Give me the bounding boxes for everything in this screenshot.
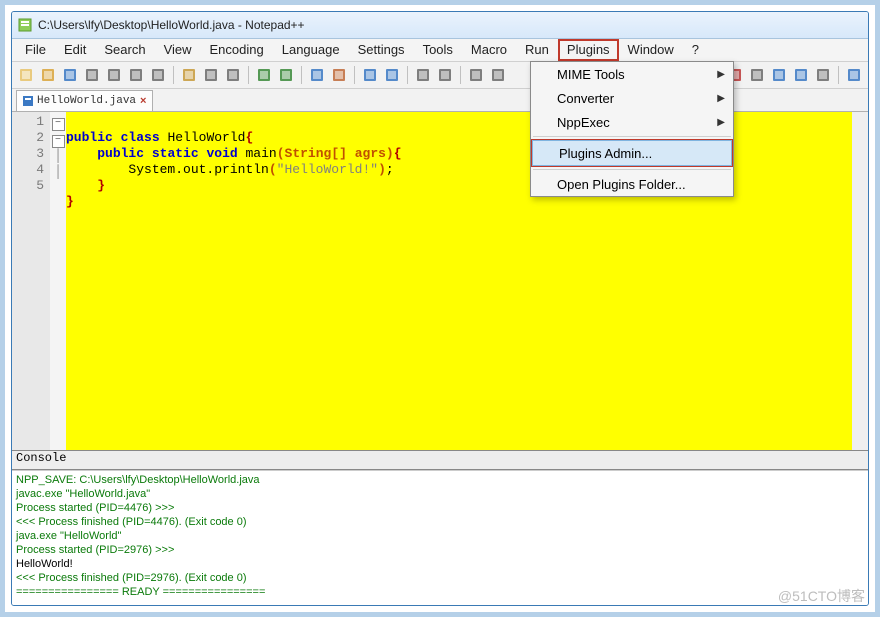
line-number: 3 [12, 146, 44, 162]
console-line: <<< Process finished (PID=4476). (Exit c… [16, 515, 864, 529]
console-line: NPP_SAVE: C:\Users\lfy\Desktop\HelloWorl… [16, 473, 864, 487]
menu-settings[interactable]: Settings [349, 39, 414, 61]
toolbar-separator [173, 66, 174, 84]
window-title: C:\Users\lfy\Desktop\HelloWorld.java - N… [38, 18, 305, 32]
toolbar-separator [838, 66, 839, 84]
menu-encoding[interactable]: Encoding [201, 39, 273, 61]
code-editor[interactable]: 12345 − − │ │ public class HelloWorld{ p… [12, 112, 868, 450]
menu-macro[interactable]: Macro [462, 39, 516, 61]
menu-item-mime-tools[interactable]: MIME Tools ▶ [531, 62, 733, 86]
open-file-icon[interactable] [38, 65, 58, 85]
savem-icon[interactable] [813, 65, 833, 85]
chars-icon[interactable] [488, 65, 508, 85]
menu-item-label: Plugins Admin... [559, 146, 652, 161]
console-line: javac.exe "HelloWorld.java" [16, 487, 864, 501]
menu-item-nppexec[interactable]: NppExec ▶ [531, 110, 733, 134]
menu-separator [533, 136, 731, 137]
zoom-out-icon[interactable] [382, 65, 402, 85]
tab-label: HelloWorld.java [37, 95, 136, 107]
submenu-arrow-icon: ▶ [717, 93, 725, 104]
tab-helloworld[interactable]: HelloWorld.java × [16, 90, 153, 111]
menu-edit[interactable]: Edit [55, 39, 95, 61]
app-window: C:\Users\lfy\Desktop\HelloWorld.java - N… [11, 11, 869, 606]
submenu-arrow-icon: ▶ [717, 69, 725, 80]
menu-item-open-plugins-folder[interactable]: Open Plugins Folder... [531, 172, 733, 196]
menu-item-label: Open Plugins Folder... [557, 177, 686, 192]
menu-window[interactable]: Window [619, 39, 683, 61]
replace-icon[interactable] [329, 65, 349, 85]
fold-gutter: − − │ │ [50, 112, 66, 450]
titlebar[interactable]: C:\Users\lfy\Desktop\HelloWorld.java - N… [12, 12, 868, 39]
save-icon[interactable] [60, 65, 80, 85]
menu-separator [533, 169, 731, 170]
menu-item-label: Converter [557, 91, 614, 106]
submenu-arrow-icon: ▶ [717, 117, 725, 128]
line-number-gutter: 12345 [12, 112, 50, 450]
tab-close-icon[interactable]: × [140, 95, 146, 107]
menu-item-converter[interactable]: Converter ▶ [531, 86, 733, 110]
sync-v-icon[interactable] [413, 65, 433, 85]
line-number: 5 [12, 178, 44, 194]
tabbar: HelloWorld.java × [12, 89, 868, 112]
vertical-scrollbar[interactable] [852, 112, 868, 450]
menu-view[interactable]: View [155, 39, 201, 61]
code-area[interactable]: public class HelloWorld{ public static v… [66, 112, 868, 450]
undo-icon[interactable] [254, 65, 274, 85]
line-number: 4 [12, 162, 44, 178]
toolbar-separator [354, 66, 355, 84]
play-icon[interactable] [769, 65, 789, 85]
menu-help[interactable]: ? [683, 39, 708, 61]
console-header[interactable]: Console [12, 450, 868, 470]
console-line: HelloWorld! [16, 557, 864, 571]
zoom-in-icon[interactable] [360, 65, 380, 85]
console-line: Process started (PID=2976) >>> [16, 543, 864, 557]
menu-item-label: MIME Tools [557, 67, 625, 82]
line-number: 1 [12, 114, 44, 130]
save-all-icon[interactable] [82, 65, 102, 85]
playm-icon[interactable] [791, 65, 811, 85]
watermark: @51CTO博客 [778, 586, 865, 606]
redo-icon[interactable] [276, 65, 296, 85]
fold-toggle-icon[interactable]: − [52, 135, 65, 148]
menu-tools[interactable]: Tools [414, 39, 462, 61]
toolbar-separator [407, 66, 408, 84]
console-line: Process started (PID=4476) >>> [16, 501, 864, 515]
close-icon[interactable] [104, 65, 124, 85]
plugins-dropdown: MIME Tools ▶ Converter ▶ NppExec ▶ Plugins Adm… [530, 61, 734, 197]
wrap-icon[interactable] [466, 65, 486, 85]
menu-item-plugins-admin[interactable]: Plugins Admin... [532, 140, 732, 166]
console-line: <<< Process finished (PID=2976). (Exit c… [16, 571, 864, 585]
console-panel[interactable]: NPP_SAVE: C:\Users\lfy\Desktop\HelloWorl… [12, 470, 868, 605]
toolbar-separator [248, 66, 249, 84]
stop-icon[interactable] [747, 65, 767, 85]
paste-icon[interactable] [223, 65, 243, 85]
menu-item-label: NppExec [557, 115, 610, 130]
close-all-icon[interactable] [126, 65, 146, 85]
sync-h-icon[interactable] [435, 65, 455, 85]
toolbar-separator [301, 66, 302, 84]
console-line: ================ READY ================ [16, 585, 864, 599]
print-icon[interactable] [148, 65, 168, 85]
tab-file-icon [23, 96, 33, 106]
app-icon [18, 18, 32, 32]
new-file-icon[interactable] [16, 65, 36, 85]
menu-plugins[interactable]: Plugins [558, 39, 619, 61]
menu-search[interactable]: Search [95, 39, 154, 61]
menu-run[interactable]: Run [516, 39, 558, 61]
toolbar [12, 62, 868, 89]
toolbar-separator [460, 66, 461, 84]
fold-toggle-icon[interactable]: − [52, 118, 65, 131]
find-icon[interactable] [307, 65, 327, 85]
cut-icon[interactable] [179, 65, 199, 85]
console-line: java.exe "HelloWorld" [16, 529, 864, 543]
menu-file[interactable]: File [16, 39, 55, 61]
copy-icon[interactable] [201, 65, 221, 85]
monitor-icon[interactable] [844, 65, 864, 85]
menubar: FileEditSearchViewEncodingLanguageSettin… [12, 39, 868, 62]
line-number: 2 [12, 130, 44, 146]
menu-language[interactable]: Language [273, 39, 349, 61]
